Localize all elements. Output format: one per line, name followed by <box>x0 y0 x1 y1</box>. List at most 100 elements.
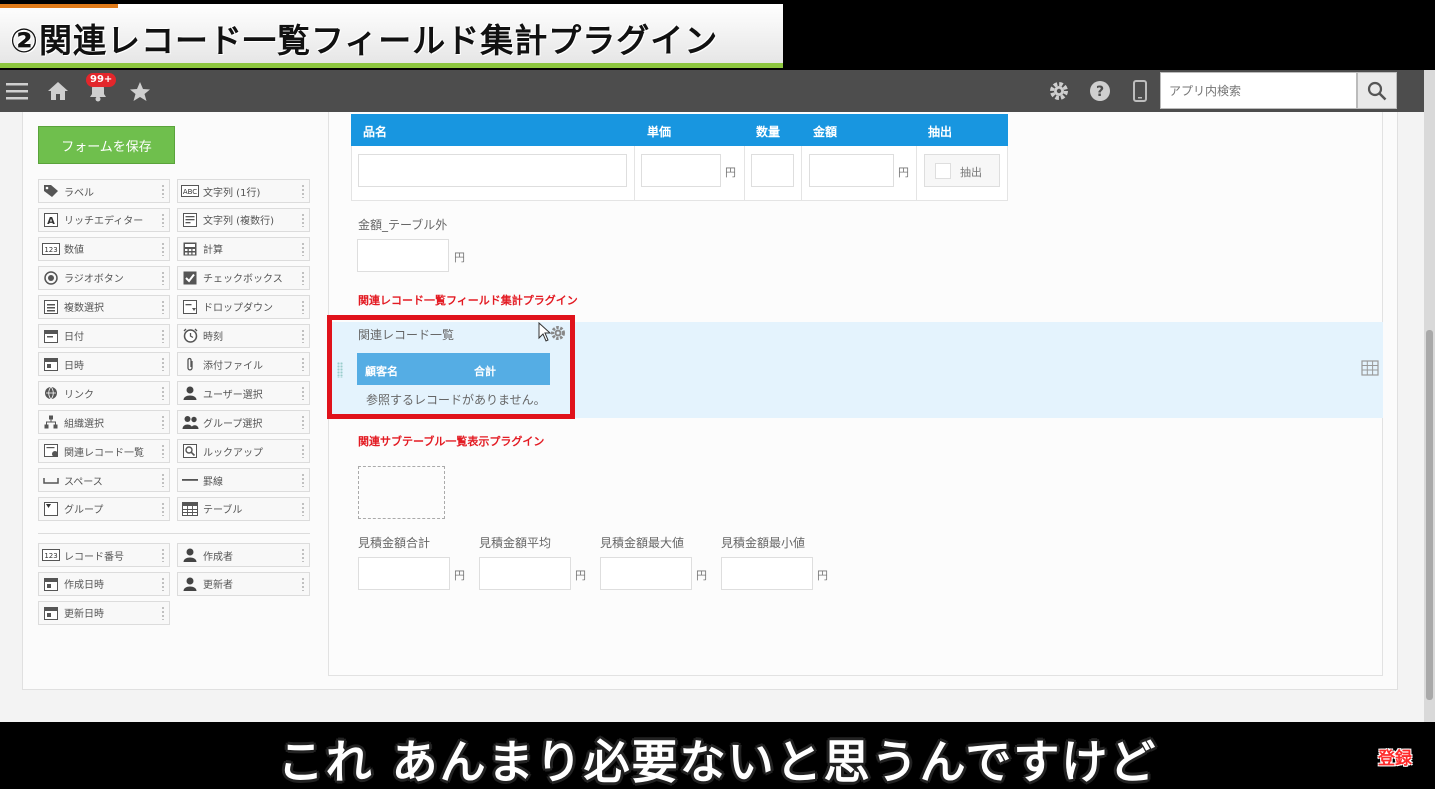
palette-item[interactable]: 複数選択 <box>38 294 170 319</box>
space-icon <box>42 472 60 488</box>
col-divider <box>916 146 917 201</box>
palette-item-label: チェックボックス <box>203 274 283 286</box>
highlight-box <box>327 315 575 419</box>
palette-item[interactable]: 日付 <box>38 323 170 348</box>
quantity-input[interactable] <box>751 154 794 187</box>
palette-item[interactable]: 文字列 (複数行) <box>177 207 310 232</box>
drag-grip[interactable] <box>161 270 165 285</box>
amount-input[interactable] <box>809 154 894 187</box>
drag-grip[interactable] <box>161 501 165 516</box>
palette-item[interactable]: テーブル <box>177 496 310 521</box>
calc-icon <box>181 241 199 257</box>
star-icon[interactable] <box>126 70 154 112</box>
palette-item[interactable]: ラジオボタン <box>38 265 170 290</box>
lookup-icon <box>181 443 199 459</box>
palette-item[interactable]: グループ <box>38 496 170 521</box>
mobile-icon[interactable] <box>1128 70 1152 112</box>
palette-item[interactable]: ABC 文字列 (1行) <box>177 179 310 203</box>
subscribe-badge[interactable]: 登録 <box>1378 744 1412 769</box>
drag-grip[interactable] <box>161 328 165 343</box>
drag-grip[interactable] <box>301 184 305 198</box>
palette-item[interactable]: 更新者 <box>177 571 310 596</box>
palette-item[interactable]: グループ選択 <box>177 410 310 435</box>
palette-item[interactable]: 罫線 <box>177 468 310 492</box>
palette-item[interactable]: ユーザー選択 <box>177 381 310 406</box>
drag-grip[interactable] <box>301 576 305 591</box>
palette-item[interactable]: ドロップダウン <box>177 294 310 319</box>
drag-grip[interactable] <box>301 357 305 372</box>
palette-item[interactable]: 更新日時 <box>38 600 170 625</box>
unit-price-input[interactable] <box>641 154 721 187</box>
palette-item[interactable]: 添付ファイル <box>177 352 310 377</box>
drag-grip[interactable] <box>301 241 305 256</box>
palette-item[interactable]: 作成日時 <box>38 571 170 596</box>
drag-grip[interactable] <box>161 184 165 198</box>
drag-grip[interactable] <box>161 299 165 314</box>
palette-item[interactable]: スペース <box>38 468 170 492</box>
palette-item[interactable]: 123 数値 <box>38 236 170 261</box>
outside-amount-input[interactable] <box>357 239 449 272</box>
search-input[interactable] <box>1160 72 1357 109</box>
drag-grip[interactable] <box>161 576 165 591</box>
palette-item[interactable]: ルックアップ <box>177 439 310 464</box>
drag-grip[interactable] <box>301 328 305 343</box>
drag-grip[interactable] <box>301 548 305 562</box>
drag-grip[interactable] <box>301 444 305 459</box>
drag-grip[interactable] <box>301 415 305 430</box>
drag-grip[interactable] <box>161 357 165 372</box>
palette-item-label: 文字列 (1行) <box>203 187 261 199</box>
line-icon <box>181 472 199 488</box>
estimate-input[interactable] <box>479 557 571 590</box>
extract-checkbox[interactable] <box>935 163 951 179</box>
drag-grip[interactable] <box>161 241 165 256</box>
palette-item-label: 作成者 <box>203 551 233 563</box>
estimate-input[interactable] <box>721 557 813 590</box>
product-name-input[interactable] <box>358 154 627 187</box>
palette-item[interactable]: ラベル <box>38 179 170 203</box>
drag-grip[interactable] <box>161 212 165 227</box>
subtable-header: 品名 単価 数量 金額 抽出 <box>351 114 1008 146</box>
drag-grip[interactable] <box>301 501 305 516</box>
drag-grip[interactable] <box>301 270 305 285</box>
drag-grip[interactable] <box>161 548 165 562</box>
palette-item[interactable]: 123 レコード番号 <box>38 543 170 567</box>
drag-grip[interactable] <box>301 386 305 401</box>
help-icon[interactable]: ? <box>1086 70 1114 112</box>
home-icon[interactable] <box>44 70 72 112</box>
save-form-button[interactable]: フォームを保存 <box>38 126 175 164</box>
dropdown-icon <box>181 299 199 315</box>
palette-item-label: ラベル <box>64 187 94 199</box>
drag-grip[interactable] <box>301 473 305 487</box>
table-layout-icon[interactable] <box>1361 360 1379 380</box>
number-icon: 123 <box>42 241 60 257</box>
drag-grip[interactable] <box>161 444 165 459</box>
drag-grip[interactable] <box>301 212 305 227</box>
yen-unit: 円 <box>454 569 465 582</box>
estimate-input[interactable] <box>600 557 692 590</box>
palette-item[interactable]: 時刻 <box>177 323 310 348</box>
drag-grip[interactable] <box>161 386 165 401</box>
estimate-input[interactable] <box>358 557 450 590</box>
palette-item-label: 更新日時 <box>64 609 104 621</box>
palette-item[interactable]: リンク <box>38 381 170 406</box>
scrollbar-thumb[interactable] <box>1426 330 1433 700</box>
space-field[interactable] <box>358 466 445 519</box>
palette-item[interactable]: A リッチエディター <box>38 207 170 232</box>
menu-icon[interactable] <box>4 70 30 112</box>
palette-item[interactable]: 日時 <box>38 352 170 377</box>
palette-item[interactable]: 関連レコード一覧 <box>38 439 170 464</box>
drag-grip[interactable] <box>161 415 165 430</box>
palette-item[interactable]: 計算 <box>177 236 310 261</box>
palette-item[interactable]: 組織選択 <box>38 410 170 435</box>
drag-grip[interactable] <box>301 299 305 314</box>
plugin2-label: 関連サブテーブル一覧表示プラグイン <box>358 435 545 448</box>
drag-grip[interactable] <box>161 473 165 487</box>
palette-item[interactable]: チェックボックス <box>177 265 310 290</box>
gear-icon[interactable] <box>1045 70 1073 112</box>
video-title: ②関連レコード一覧フィールド集計プラグイン <box>10 21 719 60</box>
palette-item[interactable]: 作成者 <box>177 543 310 567</box>
col-divider <box>634 146 635 201</box>
col-divider <box>801 146 802 201</box>
search-button[interactable] <box>1357 72 1397 109</box>
drag-grip[interactable] <box>161 605 165 620</box>
